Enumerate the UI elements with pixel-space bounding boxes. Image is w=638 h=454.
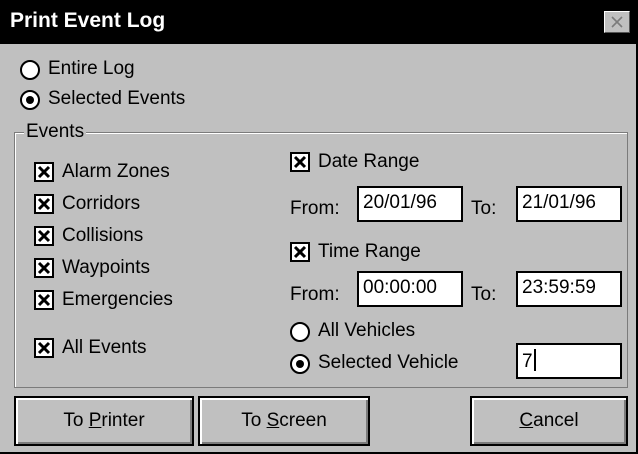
date-from-field[interactable]: 20/01/96 [357,186,463,222]
date-range-checkbox[interactable] [290,152,310,172]
to-screen-button[interactable]: To Screen [198,396,370,446]
entire-log-label[interactable]: Entire Log [48,58,135,80]
emergencies-checkbox[interactable] [34,290,54,310]
to-screen-label-post: creen [279,410,327,431]
events-group-label: Events [24,121,87,143]
check-x-icon [37,197,51,211]
vehicle-id-value: 7 [522,351,533,372]
time-range-label[interactable]: Time Range [318,241,421,263]
time-range-checkbox[interactable] [290,242,310,262]
radio-selected-dot [296,360,304,368]
waypoints-label[interactable]: Waypoints [62,257,150,279]
dialog-title: Print Event Log [10,9,166,32]
date-to-label: To: [471,198,497,219]
collisions-label[interactable]: Collisions [62,225,143,247]
to-printer-button[interactable]: To Printer [14,396,194,446]
time-from-field[interactable]: 00:00:00 [357,271,463,307]
text-caret [533,349,536,371]
cancel-mnemonic: C [519,410,534,431]
entire-log-radio[interactable] [20,60,40,80]
cancel-button[interactable]: Cancel [470,396,628,446]
alarm-zones-checkbox[interactable] [34,162,54,182]
check-x-icon [37,341,51,355]
corridors-checkbox[interactable] [34,194,54,214]
all-events-label[interactable]: All Events [62,337,146,359]
print-event-log-dialog: Print Event Log Entire Log Selected Even… [0,0,638,454]
corridors-label[interactable]: Corridors [62,193,140,215]
alarm-zones-label[interactable]: Alarm Zones [62,161,170,183]
waypoints-checkbox[interactable] [34,258,54,278]
time-from-value: 00:00:00 [363,277,437,298]
radio-selected-dot [26,96,34,104]
close-icon [611,16,623,28]
vehicle-id-field[interactable]: 7 [516,343,622,379]
check-x-icon [293,245,307,259]
to-screen-mnemonic: S [266,410,280,431]
emergencies-label[interactable]: Emergencies [62,289,173,311]
date-to-field[interactable]: 21/01/96 [516,186,622,222]
title-bar: Print Event Log [0,0,636,44]
close-button[interactable] [604,11,630,33]
all-vehicles-label[interactable]: All Vehicles [318,320,415,342]
to-printer-label-post: rinter [101,410,145,431]
time-from-label: From: [290,284,340,305]
date-from-value: 20/01/96 [363,192,437,213]
to-printer-label-pre: To [63,410,89,431]
date-to-value: 21/01/96 [522,192,596,213]
cancel-label-post: ancel [533,410,579,431]
time-to-field[interactable]: 23:59:59 [516,271,622,307]
selected-vehicle-label[interactable]: Selected Vehicle [318,352,459,374]
check-x-icon [293,155,307,169]
date-range-label[interactable]: Date Range [318,151,419,173]
all-events-checkbox[interactable] [34,338,54,358]
date-from-label: From: [290,198,340,219]
time-to-label: To: [471,284,497,305]
collisions-checkbox[interactable] [34,226,54,246]
check-x-icon [37,293,51,307]
check-x-icon [37,229,51,243]
check-x-icon [37,261,51,275]
to-printer-mnemonic: P [88,410,102,431]
all-vehicles-radio[interactable] [290,322,310,342]
time-to-value: 23:59:59 [522,277,596,298]
to-screen-label-pre: To [241,410,267,431]
selected-vehicle-radio[interactable] [290,354,310,374]
selected-events-label[interactable]: Selected Events [48,88,185,110]
check-x-icon [37,165,51,179]
selected-events-radio[interactable] [20,90,40,110]
